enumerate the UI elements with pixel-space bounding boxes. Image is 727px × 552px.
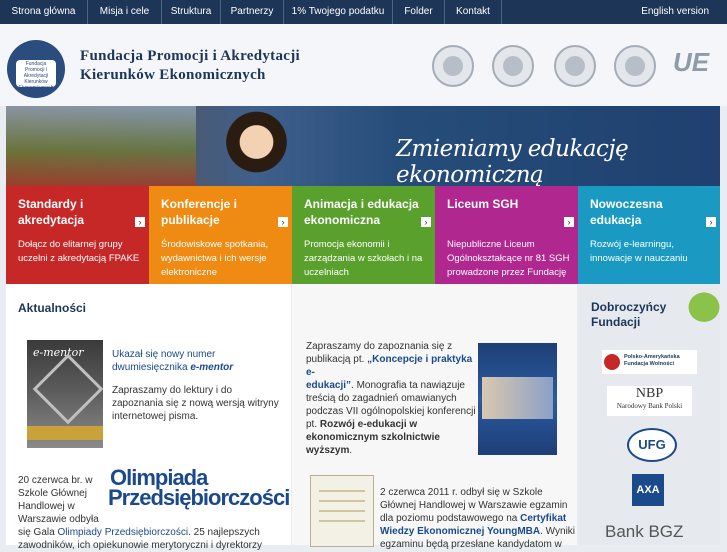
- english-version-link[interactable]: English version: [641, 0, 709, 24]
- banner-slogan: Zmieniamy edukację ekonomiczną: [396, 136, 629, 186]
- e-mentor-cover-title: e-mentor: [33, 346, 84, 359]
- tile-title: Konferencje i publikacje: [161, 197, 238, 227]
- nav-item-partners[interactable]: Partnerzy: [221, 0, 284, 24]
- ue-logo: UE: [673, 47, 710, 77]
- tile-conferences[interactable]: Konferencje i publikacje › Środowiskowe …: [149, 186, 292, 284]
- sponsor-axa[interactable]: AXA: [632, 474, 664, 506]
- university-seal-2: [492, 45, 534, 87]
- certificate-link[interactable]: Certyfikat: [520, 513, 566, 524]
- org-name-line2: Kierunków Ekonomicznych: [80, 67, 266, 83]
- nav-item-folder[interactable]: Folder: [393, 0, 445, 24]
- conference-photo: [6, 106, 196, 186]
- leaf-icon: [680, 292, 720, 330]
- publication-text: Zapraszamy do zapoznania się z publikacj…: [306, 341, 476, 456]
- young-mba-text: 2 czerwca 2011 r. odbył się w Szkole Głó…: [380, 487, 576, 550]
- tile-modern-education[interactable]: Nowoczesna edukacja › Rozwój e-learningu…: [578, 186, 720, 284]
- chevron-right-icon[interactable]: ›: [706, 217, 716, 227]
- tile-standards[interactable]: Standardy i akredytacja › Dołącz do elit…: [6, 186, 149, 284]
- nav-item-mission[interactable]: Misja i cele: [88, 0, 162, 24]
- chevron-right-icon[interactable]: ›: [421, 217, 431, 227]
- nav-item-contact[interactable]: Kontakt: [445, 0, 502, 24]
- university-seal-3: [554, 45, 596, 87]
- org-name-line1: Fundacja Promocji i Akredytacji: [80, 48, 300, 64]
- tile-title: Animacja i edukacja ekonomiczna: [304, 197, 419, 227]
- chevron-right-icon[interactable]: ›: [564, 217, 574, 227]
- tile-description: Promocja ekonomii i zarządzania w szkoła…: [304, 239, 423, 278]
- tile-description: Niepubliczne Liceum Ogólnokształcące nr …: [447, 239, 570, 278]
- news-heading: Aktualności: [18, 301, 87, 315]
- donors-heading: Dobroczyńcy Fundacji: [591, 300, 667, 329]
- tile-description: Środowiskowe spotkania, wydawnictwa i ic…: [161, 239, 269, 278]
- tile-liceum[interactable]: Liceum SGH › Niepubliczne Liceum Ogólnok…: [435, 186, 578, 284]
- university-seal-4: [614, 45, 656, 87]
- university-seal-1: [432, 45, 474, 87]
- olympiad-link[interactable]: Olimpiady Przedsiębiorczości: [57, 527, 188, 538]
- sponsor-nbp[interactable]: NBP Narodowy Bank Polski: [607, 386, 692, 416]
- olympiad-logo[interactable]: Olimpiada Przedsiębiorczości: [108, 467, 290, 509]
- sponsor-ufg[interactable]: UFG: [627, 428, 677, 462]
- news-item1-headline[interactable]: Ukazał się nowy numer dwumiesięcznika e-…: [112, 348, 233, 374]
- hero-banner: Zmieniamy edukację ekonomiczną: [6, 106, 720, 186]
- certificate-image[interactable]: [310, 475, 374, 547]
- e-mentor-cover[interactable]: e-mentor: [27, 340, 104, 448]
- nav-item-tax[interactable]: 1% Twojego podatku: [284, 0, 393, 24]
- tile-animation[interactable]: Animacja i edukacja ekonomiczna › Promoc…: [292, 186, 435, 284]
- tile-title: Nowoczesna edukacja: [590, 197, 663, 227]
- news-item1-text: Zapraszamy do lektury i do zapoznania si…: [112, 385, 279, 422]
- nav-item-home[interactable]: Strona główna: [0, 0, 88, 24]
- top-navigation: Strona główna Misja i cele Struktura Par…: [0, 0, 727, 24]
- chevron-right-icon[interactable]: ›: [135, 217, 145, 227]
- nav-item-structure[interactable]: Struktura: [162, 0, 221, 24]
- tile-description: Dołącz do elitarnej grupy uczelni z akre…: [18, 239, 140, 264]
- sponsor-bgz[interactable]: Bank BGZ: [605, 522, 700, 544]
- tile-description: Rozwój e-learningu, innowacje w nauczani…: [590, 239, 688, 264]
- sponsor-pafw[interactable]: Polsko-Amerykańska Fundacja Wolności: [602, 350, 697, 374]
- tile-title: Standardy i akredytacja: [18, 197, 85, 227]
- logo-text: Fundacja Promocji i Akredytacji Kierunkó…: [16, 60, 56, 91]
- publication-cover[interactable]: [478, 343, 557, 455]
- chevron-right-icon[interactable]: ›: [278, 217, 288, 227]
- graduate-photo: [196, 106, 306, 186]
- foundation-logo[interactable]: Fundacja Promocji i Akredytacji Kierunkó…: [7, 40, 65, 98]
- tile-title: Liceum SGH: [447, 197, 519, 211]
- organization-name: Fundacja Promocji i Akredytacji Kierunkó…: [80, 47, 380, 85]
